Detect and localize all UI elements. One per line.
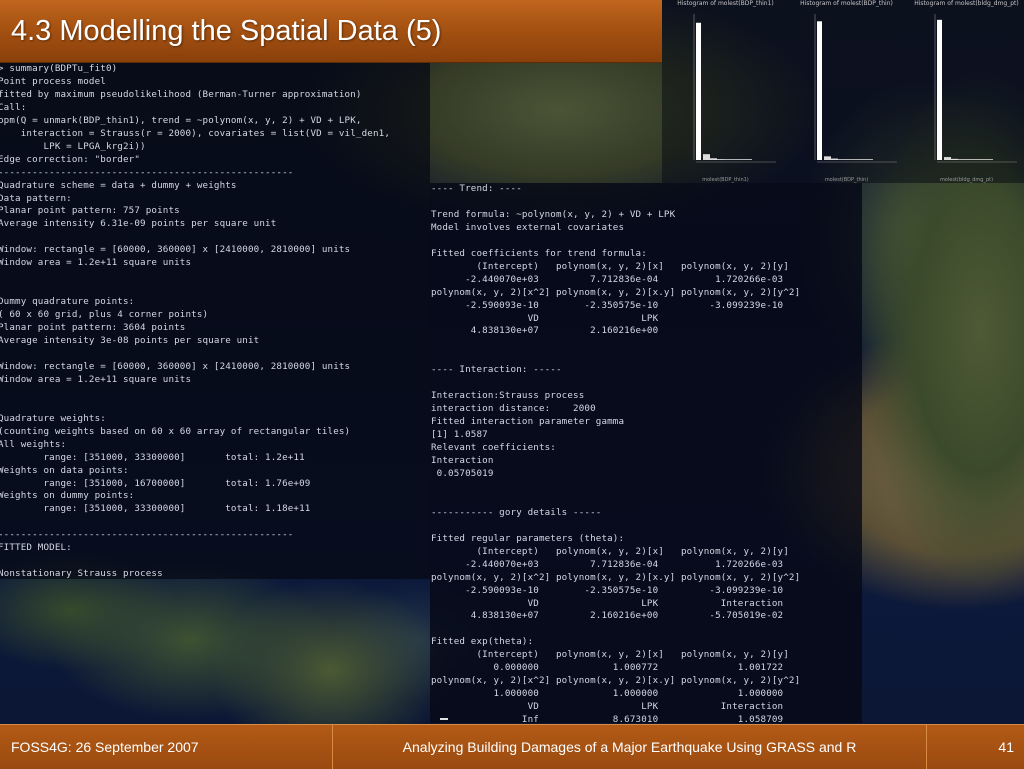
histogram-plot xyxy=(693,14,776,163)
histogram-2: Histogram of molest(BDP_thin) molest(BDP… xyxy=(789,0,904,183)
footer-talk-title: Analyzing Building Damages of a Major Ea… xyxy=(332,725,927,769)
histogram-1: Histogram of molest(BDP_thin1) molest(BD… xyxy=(668,0,783,183)
histogram-bar xyxy=(944,157,951,160)
histogram-bar xyxy=(979,159,986,160)
histogram-bar xyxy=(965,159,972,160)
histogram-3: Histogram of molest(bldg_dmg_pt) molest(… xyxy=(909,0,1024,183)
histogram-bar xyxy=(817,21,822,160)
histogram-plot xyxy=(814,14,897,163)
console-cursor xyxy=(440,718,448,720)
slide-footer: FOSS4G: 26 September 2007 Analyzing Buil… xyxy=(0,724,1024,769)
histogram-bar xyxy=(738,159,745,160)
histogram-bar xyxy=(937,19,942,161)
histogram-bar xyxy=(852,159,859,160)
histogram-bar xyxy=(710,158,717,160)
histogram-plot xyxy=(934,14,1017,163)
histogram-bar xyxy=(745,159,752,160)
histogram-bar xyxy=(717,159,724,160)
histogram-bar xyxy=(724,159,731,160)
r-console-output-model: ---- Trend: ---- Trend formula: ~polynom… xyxy=(431,183,801,726)
histogram-bar xyxy=(731,159,738,160)
histogram-bar xyxy=(831,158,838,160)
histogram-bar xyxy=(703,154,710,160)
slide-title: 4.3 Modelling the Spatial Data (5) xyxy=(11,15,442,47)
footer-event-date: FOSS4G: 26 September 2007 xyxy=(11,739,199,755)
histogram-bar xyxy=(951,158,958,160)
histogram-xlabel: molest(BDP_thin1) xyxy=(702,177,749,183)
histogram-bar xyxy=(958,159,965,160)
histogram-bar xyxy=(972,159,979,160)
footer-page-number: 41 xyxy=(998,739,1014,755)
histogram-bar xyxy=(859,159,866,160)
histogram-bar xyxy=(838,159,845,160)
histogram-bar xyxy=(845,159,852,160)
histogram-xlabel: molest(bldg_dmg_pt) xyxy=(939,177,994,183)
histogram-bar xyxy=(696,22,701,161)
histogram-bar xyxy=(824,156,831,160)
histogram-bar xyxy=(986,159,993,160)
slide-title-bar: 4.3 Modelling the Spatial Data (5) xyxy=(0,0,662,63)
histogram-bar xyxy=(866,159,873,160)
histogram-xlabel: molest(BDP_thin) xyxy=(824,177,869,183)
r-console-output-summary: > summary(BDPTu_fit0) Point process mode… xyxy=(0,63,391,580)
